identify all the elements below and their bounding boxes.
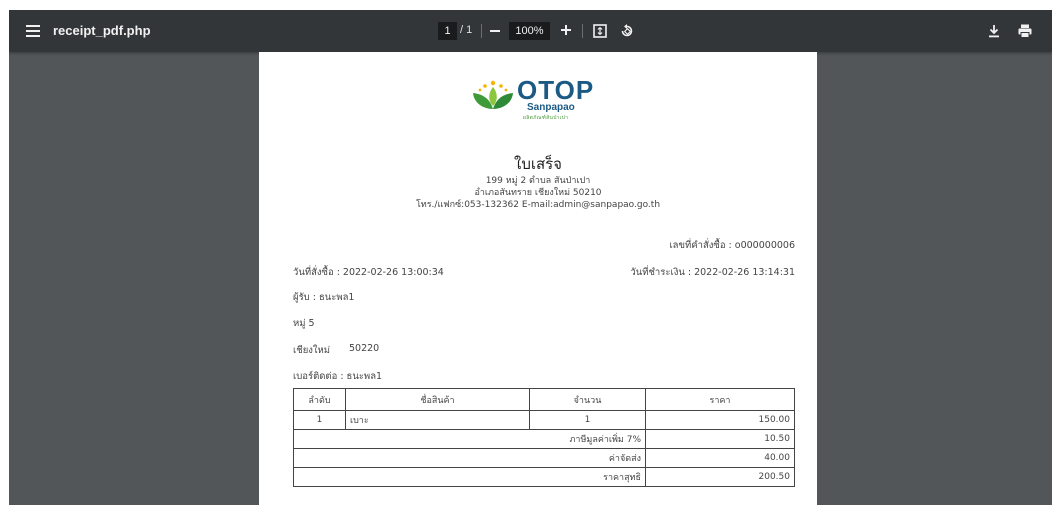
vat-label: ภาษีมูลค่าเพิ่ม 7% bbox=[293, 429, 646, 449]
viewer-toolbar: receipt_pdf.php 1 / 1 100% bbox=[9, 10, 1052, 52]
leaf-logo-icon bbox=[473, 80, 513, 109]
print-icon[interactable] bbox=[1017, 23, 1033, 39]
menu-icon[interactable] bbox=[25, 22, 43, 40]
shipping-row: ค่าจัดส่ง 40.00 bbox=[293, 448, 795, 468]
village: หมู่ 5 bbox=[293, 318, 315, 329]
shipping-value: 40.00 bbox=[645, 448, 795, 468]
order-date: วันที่สั่งซื้อ : 2022-02-26 13:00:34 bbox=[293, 267, 444, 278]
col-header-no: ลำดับ bbox=[293, 388, 346, 411]
province: เชียงใหม่ bbox=[293, 345, 331, 356]
col-header-name: ชื่อสินค้า bbox=[345, 388, 530, 411]
toolbar-divider bbox=[481, 24, 482, 38]
toolbar-divider bbox=[582, 24, 583, 38]
pdf-page: OTOP Sanpapao ผลิตภัณฑ์สันป่าเปา ใบเสร็จ… bbox=[259, 52, 817, 505]
page-total: / 1 bbox=[460, 24, 473, 36]
net-value: 200.50 bbox=[645, 467, 795, 487]
download-icon[interactable] bbox=[987, 23, 1001, 39]
fit-page-icon[interactable] bbox=[592, 23, 608, 39]
cell-price: 150.00 bbox=[645, 410, 795, 430]
paid-date: วันที่ชำระเงิน : 2022-02-26 13:14:31 bbox=[630, 267, 795, 278]
rotate-icon[interactable] bbox=[619, 23, 635, 39]
net-label: ราคาสุทธิ bbox=[293, 467, 646, 487]
order-number: เลขที่คำสั่งซื้อ : o000000006 bbox=[669, 240, 795, 251]
logo-subtitle: Sanpapao bbox=[527, 102, 575, 113]
contact-line: โทร./แฟกซ์:053-132362 E-mail:admin@sanpa… bbox=[415, 200, 661, 210]
net-row: ราคาสุทธิ 200.50 bbox=[293, 467, 795, 487]
page-number-input[interactable]: 1 bbox=[438, 22, 457, 40]
logo-tagline: ผลิตภัณฑ์สันป่าเปา bbox=[523, 115, 569, 121]
cell-qty: 1 bbox=[529, 410, 646, 430]
phone: เบอร์ติดต่อ : ธนะพล1 bbox=[293, 371, 383, 382]
recipient-name: ผู้รับ : ธนะพล1 bbox=[293, 292, 355, 303]
items-table: ลำดับ ชื่อสินค้า จำนวน ราคา 1 เบาะ 1 150… bbox=[293, 388, 795, 487]
shipping-label: ค่าจัดส่ง bbox=[293, 448, 646, 468]
vat-row: ภาษีมูลค่าเพิ่ม 7% 10.50 bbox=[293, 429, 795, 449]
table-header-row: ลำดับ ชื่อสินค้า จำนวน ราคา bbox=[293, 388, 795, 411]
cell-no: 1 bbox=[293, 410, 346, 430]
document-title: receipt_pdf.php bbox=[53, 23, 151, 38]
zoom-in-icon[interactable] bbox=[559, 23, 573, 37]
zoom-out-icon[interactable] bbox=[490, 30, 500, 32]
table-row: 1 เบาะ 1 150.00 bbox=[293, 410, 795, 430]
zoom-level-input[interactable]: 100% bbox=[509, 22, 550, 40]
col-header-qty: จำนวน bbox=[529, 388, 646, 411]
pdf-viewer: receipt_pdf.php 1 / 1 100% OTOP Sanpapao… bbox=[9, 10, 1052, 505]
otop-logo: OTOP Sanpapao ผลิตภัณฑ์สันป่าเปา bbox=[471, 75, 611, 127]
col-header-price: ราคา bbox=[645, 388, 795, 411]
vat-value: 10.50 bbox=[645, 429, 795, 449]
postcode: 50220 bbox=[349, 343, 380, 354]
cell-name: เบาะ bbox=[345, 410, 530, 430]
